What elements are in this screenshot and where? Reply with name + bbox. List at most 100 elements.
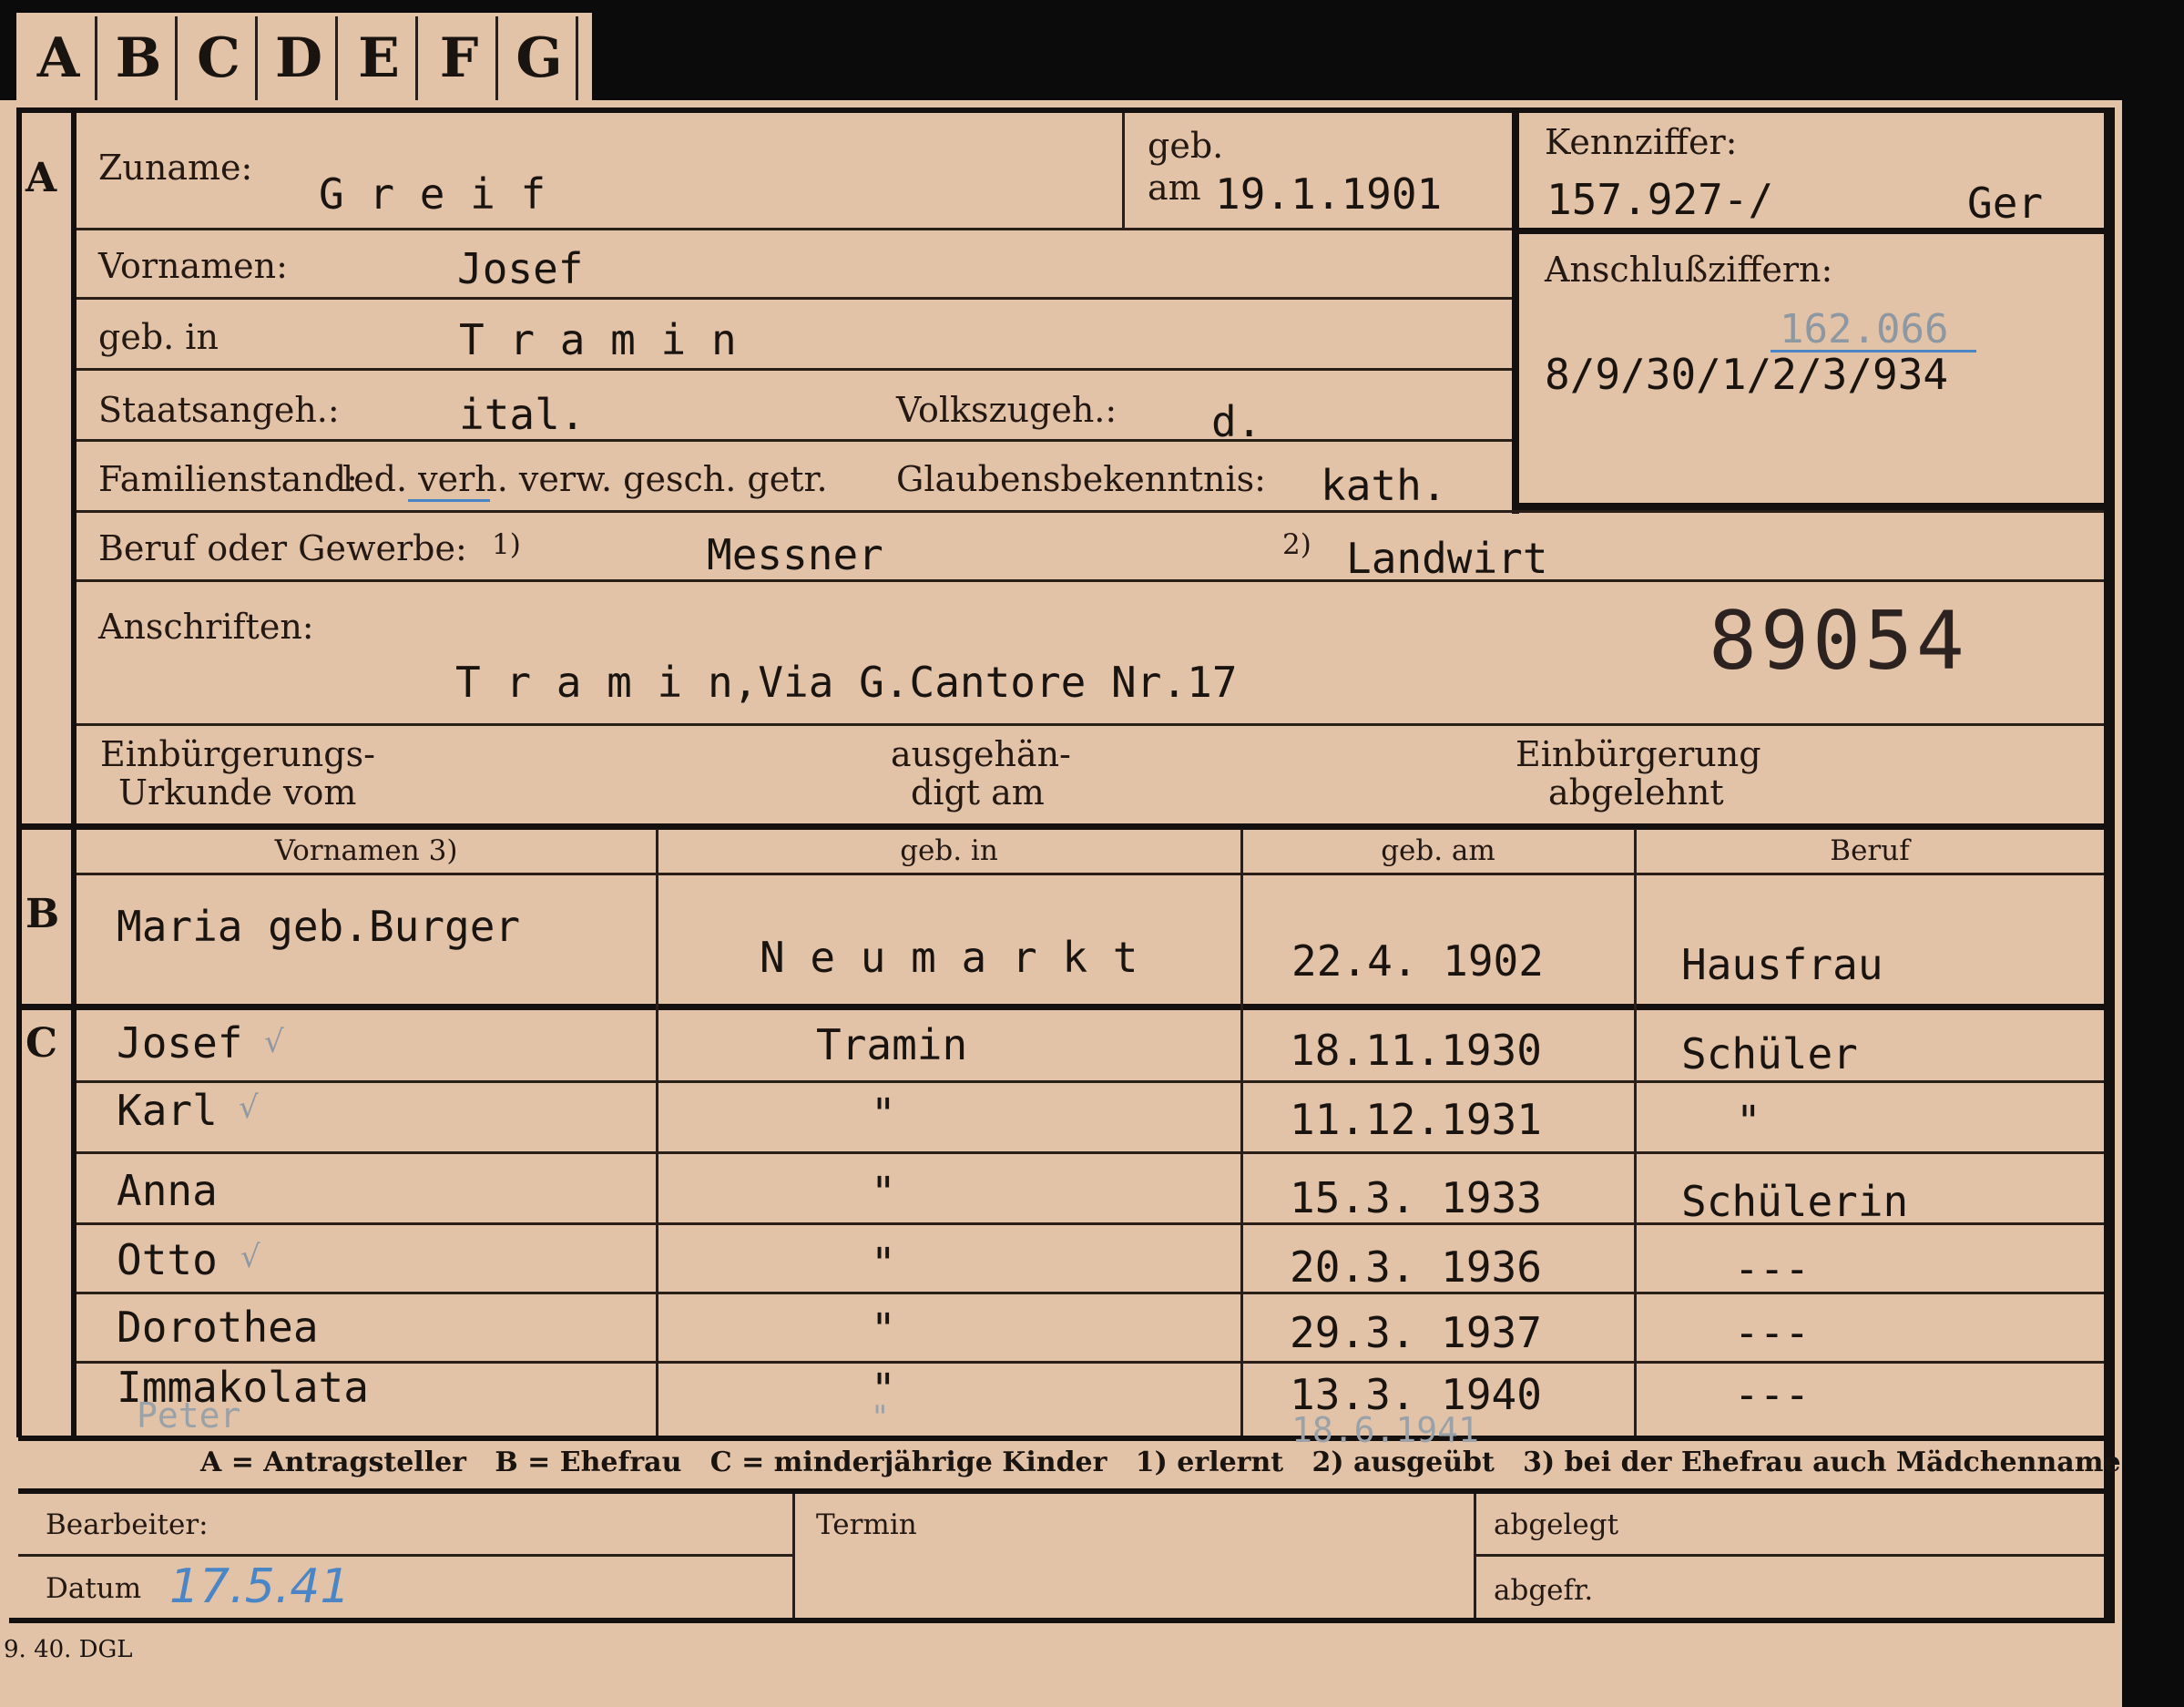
- abgelegt-label: abgelegt: [1494, 1508, 1619, 1541]
- kennziffer-suffix: Ger: [1967, 179, 2044, 228]
- child-gebam: 29.3. 1937: [1290, 1308, 1542, 1357]
- tab-d[interactable]: D: [262, 16, 338, 100]
- volk-value: d.: [1211, 397, 1262, 446]
- child-vorname: Josef: [117, 1018, 243, 1068]
- child-gebin: ": [871, 1089, 896, 1139]
- child-vorname: Anna: [117, 1166, 218, 1215]
- child-gebam: 11.12.1931: [1290, 1095, 1542, 1144]
- stamp-number: 89054: [1709, 594, 1968, 688]
- staat-value: ital.: [459, 390, 586, 439]
- familien-label: Familienstand:: [98, 459, 358, 499]
- einb-abgelehnt-label-1: Einbürgerung: [1516, 734, 1761, 774]
- beruf-note-1: 1): [492, 528, 521, 561]
- ausgehaendigt-label-1: ausgehän-: [891, 734, 1071, 774]
- gebin-label: geb. in: [98, 317, 219, 357]
- beruf-1-value: Messner: [707, 530, 883, 579]
- rule-familien: [77, 510, 2104, 513]
- rule-vornamen: [77, 297, 1512, 300]
- section-divider-ab: [18, 823, 2111, 830]
- kennziffer-label: Kennziffer:: [1545, 122, 1738, 162]
- child-beruf: Schülerin: [1681, 1177, 1909, 1226]
- spouse-gebam: 22.4. 1902: [1291, 936, 1544, 986]
- anschluss-handwritten: 162.066: [1780, 306, 1949, 353]
- einb-abgelehnt-label-2: abgelehnt: [1548, 772, 1724, 813]
- section-letter-a: A: [26, 155, 57, 201]
- vornamen-value: Josef: [457, 244, 584, 293]
- am-label: am: [1148, 168, 1201, 208]
- frame-right: [2104, 107, 2115, 1621]
- rule-geb-left: [1122, 113, 1125, 228]
- legend: A = Antragsteller B = Ehefrau C = minder…: [200, 1446, 2121, 1478]
- child-gebam: 15.3. 1933: [1290, 1173, 1542, 1222]
- footer-rule-right: [1475, 1554, 2104, 1557]
- einb-urkunde-label-2: Urkunde vom: [118, 772, 357, 813]
- child-vorname: Dorothea: [117, 1303, 319, 1352]
- volk-label: Volkszugeh.:: [896, 390, 1118, 430]
- child-beruf: Schüler: [1681, 1029, 1858, 1078]
- child-gebin: ": [871, 1304, 896, 1354]
- col-rule-3: [1634, 829, 1637, 1436]
- footer-rule-left: [18, 1554, 792, 1557]
- geb-am-value: 19.1.1901: [1215, 169, 1443, 219]
- header-beruf: Beruf: [1830, 834, 1910, 867]
- spouse-gebin: N e u m a r k t: [760, 933, 1138, 982]
- glaube-label: Glaubensbekenntnis:: [896, 459, 1266, 499]
- tab-g[interactable]: G: [503, 16, 578, 100]
- child-gebin: ": [871, 1168, 896, 1217]
- beruf-label: Beruf oder Gewerbe:: [98, 528, 467, 568]
- frame-inner-left-2: [71, 829, 77, 1437]
- spouse-vorname: Maria geb.Burger: [117, 902, 521, 951]
- rule-table-header: [77, 873, 2104, 875]
- geb-label: geb.: [1148, 126, 1224, 166]
- extra-child-gebam: 18.6.1941: [1291, 1410, 1479, 1450]
- header-gebam: geb. am: [1381, 834, 1495, 867]
- child-check: √: [239, 1089, 259, 1126]
- rule-beruf: [77, 579, 2104, 582]
- tab-c[interactable]: C: [182, 16, 258, 100]
- child-check: √: [264, 1024, 284, 1060]
- child-vorname: Otto: [117, 1235, 218, 1284]
- extra-child-gebin: ": [871, 1399, 890, 1436]
- termin-label: Termin: [816, 1508, 917, 1541]
- tab-b[interactable]: B: [102, 16, 178, 100]
- section-divider-legend: [18, 1436, 2111, 1441]
- col-rule-1: [656, 829, 658, 1436]
- kennziffer-box-divider: [1516, 228, 2104, 234]
- frame-inner-left: [71, 107, 77, 827]
- section-letter-b: B: [26, 891, 60, 937]
- familien-verh-underline: [408, 499, 490, 502]
- zuname-value: G r e i f: [319, 169, 546, 219]
- rule-anschrift: [77, 723, 2104, 726]
- anschriften-label: Anschriften:: [98, 607, 314, 647]
- child-beruf: ---: [1734, 1370, 1811, 1419]
- rule-child-1: [77, 1080, 2104, 1083]
- glaube-value: kath.: [1321, 461, 1447, 510]
- zuname-label: Zuname:: [98, 148, 253, 188]
- col-rule-2: [1240, 829, 1243, 1436]
- section-letter-c: C: [26, 1020, 58, 1067]
- child-beruf: ---: [1734, 1244, 1811, 1293]
- beruf-2-value: Landwirt: [1346, 534, 1548, 583]
- vornamen-label: Vornamen:: [98, 246, 288, 286]
- anschluss-label: Anschlußziffern:: [1545, 250, 1833, 290]
- frame-top: [18, 107, 2111, 113]
- einb-urkunde-label-1: Einbürgerungs-: [100, 734, 375, 774]
- print-code: 9. 40. DGL: [4, 1636, 133, 1663]
- rule-zuname: [77, 228, 1512, 230]
- tab-a[interactable]: A: [22, 16, 97, 100]
- child-vorname: Karl: [117, 1086, 218, 1135]
- child-check: √: [240, 1239, 260, 1275]
- tab-f[interactable]: F: [423, 16, 498, 100]
- child-beruf: ": [1736, 1097, 1761, 1146]
- header-vornamen: Vornamen 3): [274, 834, 458, 867]
- staat-label: Staatsangeh.:: [98, 390, 340, 430]
- section-divider-bc: [18, 1004, 2111, 1010]
- rule-child-5: [77, 1361, 2104, 1364]
- tab-e[interactable]: E: [342, 16, 418, 100]
- beruf-note-2: 2): [1282, 528, 1311, 561]
- child-beruf: ---: [1734, 1308, 1811, 1357]
- datum-label: Datum: [46, 1572, 142, 1605]
- gebin-value: T r a m i n: [459, 315, 737, 364]
- frame-left: [16, 107, 22, 1437]
- kennziffer-value: 157.927-/: [1546, 175, 1774, 224]
